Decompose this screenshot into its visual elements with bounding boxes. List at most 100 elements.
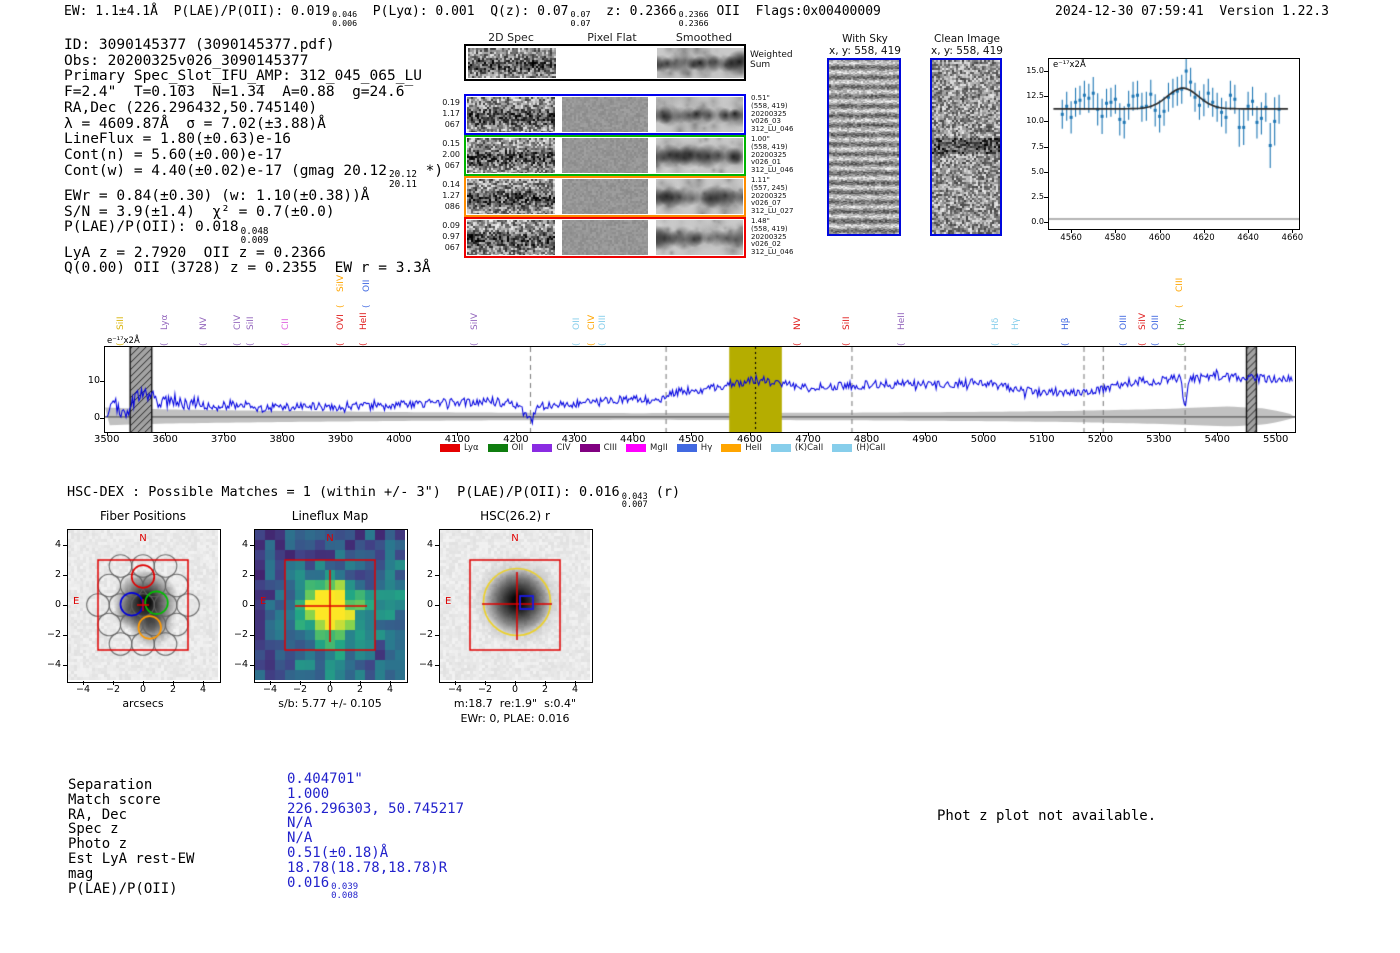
emission-line-bracket: ( [246,342,257,346]
fiber-id-line: 312_LU_046 [751,248,794,257]
legend-label: CIII [603,443,618,453]
panel-xtick-mark [360,681,361,685]
spec2d-row-fiber-id: 1.48" (558, 419) 20200325 v026_02 312_LU_046 [751,217,794,257]
match-table-value: 0.016 0.039 0.008 [287,875,358,902]
fit-plot-xtick: 4640 [1237,233,1259,243]
header-qz-errors: 0.07 0.07 [570,9,591,28]
panel-xtick: −4 [75,684,90,695]
emission-line-bracket: ( [233,342,244,346]
info-cont-n: Cont(n) = 5.60(±0.00)e-17 [64,146,283,163]
panel-xtick: −4 [447,684,462,695]
panel-xlabel2: EWr: 0, PLAE: 0.016 [460,712,570,725]
panel-ytick: −2 [233,629,248,640]
panel-xtick-mark [455,681,456,685]
hsc-cutout-image [440,530,590,680]
spectrum-xtick-mark [223,432,225,436]
fiber-weight: 0.09 [442,221,460,230]
spectrum-xtick-mark [574,432,576,436]
spectrum-xtick-mark [340,432,342,436]
emission-line-label: OIII [1150,314,1161,330]
fiber-positions-image [68,530,218,680]
col-header-smoothed: Smoothed [675,31,733,44]
fit-plot-xtick: 4580 [1104,233,1127,243]
match-table-value: 1.000 [287,786,329,802]
spectrum-ytick-mark [100,417,104,419]
fiber-weight: 067 [444,243,460,252]
spectrum-xtick-mark [808,432,810,436]
spec2d-row-weights: 0.09 0.97 067 [430,220,460,253]
fiber-weight: 0.14 [442,180,460,189]
header-z: z: 0.2366 [590,4,677,19]
emission-line-label: SiIV [336,274,347,292]
header-plya: P(Lyα): 0.001 [357,4,491,19]
spec2d-row-weights: 0.19 1.17 067 [430,97,460,130]
north-label: N [139,533,147,544]
fiber-id-line: 312_LU_046 [751,166,794,175]
info-lambda: λ = 4609.87Å σ = 7.02(±3.88)Å [64,115,326,132]
spec2d-row-fiber-id: 1.11" (557, 245) 20200325 v026_07 312_LU_027 [751,176,793,216]
emission-line-bracket: ( [280,342,291,346]
fiber-weight: 2.00 [442,150,460,159]
fit-plot-ytick: 12.5 [1026,91,1044,101]
spectrum-xtick-mark [1100,432,1102,436]
fiber-weight: 067 [444,120,460,129]
smoothed-image [656,97,743,132]
legend-swatch [721,444,742,452]
emission-line-bracket: ( [160,342,171,346]
emission-line-label: NV [199,317,210,330]
info-sn: S/N = 3.9(±1.4) χ² = 0.7(±0.0) [64,203,335,220]
emission-line-label: OVI [336,314,347,330]
panel-xtick: 2 [169,684,177,695]
fit-plot-xtick-mark [1292,229,1294,233]
fit-plot-ytick: 15.0 [1026,66,1044,76]
match-table-label: Est LyA rest-EW [68,851,195,867]
panel-ytick-mark [250,665,254,666]
emission-line-label: Hβ [1060,317,1071,330]
emission-line-bracket: ( [586,342,597,346]
detection-info-block: ID: 3090145377 (3090145377.pdf) Obs: 202… [64,37,443,277]
spectrum-xtick-mark [983,432,985,436]
fiber-weight: 067 [444,161,460,170]
panel-ytick-mark [63,665,67,666]
panel-xtick-mark [390,681,391,685]
with-sky-image [829,60,899,234]
fiber-weight: 0.97 [442,232,460,241]
fit-plot-ytick: 10.0 [1026,116,1044,126]
match-table-label: mag [68,865,94,882]
panel-xlabel: s/b: 5.77 +/- 0.105 [278,697,382,710]
panel-ytick-mark [435,635,439,636]
panel-xtick: 4 [386,684,394,695]
pixel-flat-image [562,220,648,255]
info-primary-spec: Primary Spec_Slot_IFU_AMP: 312_045_065_L… [64,68,422,85]
panel-ytick-mark [63,545,67,546]
match-value-text: N/A [287,815,313,832]
panel-ytick: 0 [241,599,248,610]
legend-swatch [626,444,647,452]
spec2d-row-fiber-id: 1.00" (558, 419) 20200325 v026_01 312_LU_046 [751,135,794,175]
panel-xtick-mark [203,681,204,685]
match-table-label: Match score [68,791,161,808]
fit-plot-ytick-mark [1044,121,1048,123]
emission-line-label: OII [571,317,582,330]
fit-plot-unit-label: e⁻¹⁷x2Å [1052,60,1087,70]
emission-line-bracket: ( [842,342,853,346]
panel-ytick: 4 [241,539,248,550]
emission-line-label: OII [361,279,372,292]
emission-line-bracket: ( [1118,342,1129,346]
emission-line-label: HeII [359,312,370,330]
match-table-label: Separation [68,777,153,793]
panel-ytick-mark [435,545,439,546]
emission-line-label: SiII [246,316,257,330]
col-header-pixelflat: Pixel Flat [587,31,637,44]
east-label: E [260,596,267,607]
panel-ytick: −4 [418,659,433,670]
spec2d-image [467,47,556,78]
panel-ytick: −2 [46,629,61,640]
header-plae-poii: P(LAE)/P(OII): 0.019 [173,4,331,19]
emission-line-label: SiII [116,316,127,330]
emission-line-bracket: ( [597,342,608,346]
match-table-value: 226.296303, 50.745217 [287,801,464,817]
hsc-dex-match-line: HSC-DEX : Possible Matches = 1 (within +… [67,484,681,511]
fit-plot-ytick-mark [1044,146,1048,148]
fit-plot-ytick-mark [1044,171,1048,173]
